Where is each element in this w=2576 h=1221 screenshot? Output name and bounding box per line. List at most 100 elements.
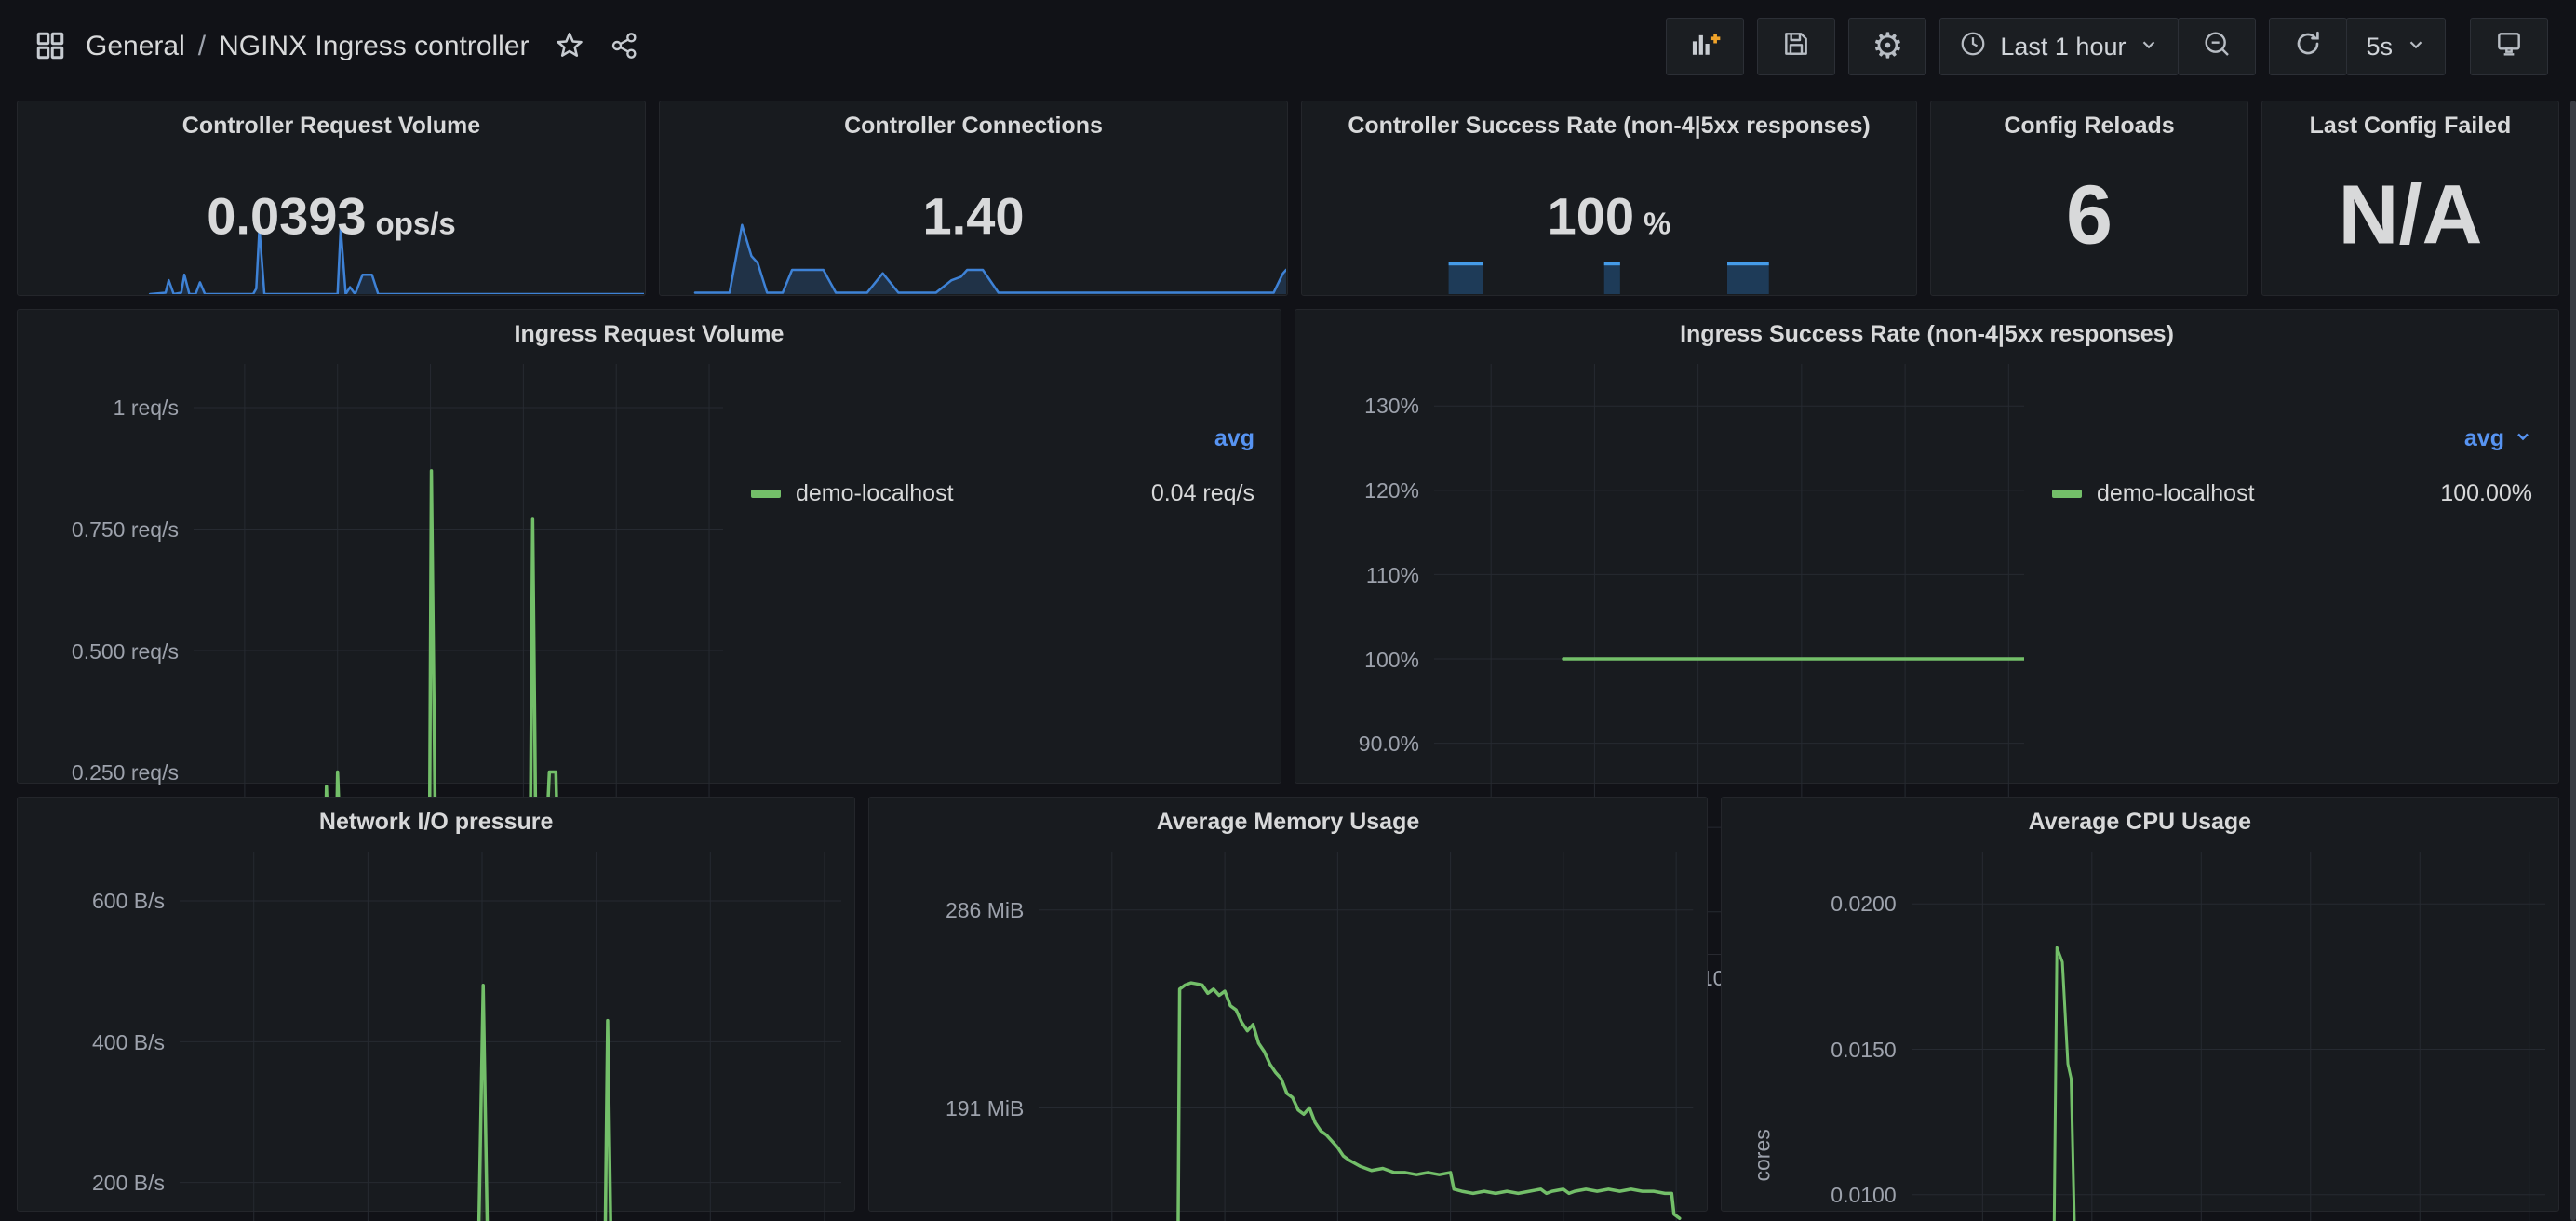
panel-network-io-pressure: Network I/O pressure 600 B/s 400 B/s 200 B… (17, 797, 855, 1212)
y-axis-tick-label: 90.0% (1359, 731, 1419, 757)
panel-ingress-success-rate: Ingress Success Rate (non-4|5xx response… (1295, 309, 2559, 784)
plot-area[interactable] (1039, 852, 1693, 1221)
y-axis-tick-label: 0.0150 (1831, 1038, 1896, 1063)
legend-series-row[interactable]: demo-localhost 0.04 req/s (751, 480, 1254, 507)
series-label: demo-localhost (2097, 480, 2255, 507)
y-axis-tick-label: 191 MiB (946, 1096, 1024, 1121)
bar-sparkline (1303, 257, 1915, 294)
zoom-out-button[interactable] (2178, 18, 2256, 75)
panel-controller-success-rate: Controller Success Rate (non-4|5xx respo… (1301, 101, 1917, 296)
stat-value: 1.40 (660, 185, 1287, 246)
y-axis-tick-label: 286 MiB (946, 898, 1024, 923)
time-range-button[interactable]: Last 1 hour (1939, 18, 2179, 75)
refresh-icon (2293, 29, 2323, 65)
apps-grid-icon (34, 29, 67, 65)
y-axis-tick-label: 120% (1364, 478, 1419, 503)
y-axis: 0.02000.01500.01000.005000 (1772, 852, 1912, 1221)
series-avg-value: 100.00% (2440, 480, 2532, 507)
top-navbar: General / NGINX Ingress controller (0, 0, 2576, 93)
stat-value: N/A (2262, 168, 2558, 263)
series-color-swatch (751, 490, 781, 498)
panel-ingress-request-volume: Ingress Request Volume 1 req/s 0.750 req/… (17, 309, 1281, 784)
time-picker-group: Last 1 hour (1939, 18, 2256, 75)
y-axis-tick-label: 1 req/s (114, 396, 179, 421)
breadcrumb-section[interactable]: General (86, 31, 185, 62)
time-series-chart: 1 req/s0.750 req/s0.500 req/s0.250 req/s… (31, 364, 1268, 773)
chevron-down-icon (2406, 33, 2426, 61)
refresh-group: 5s (2269, 18, 2446, 75)
y-axis-tick-label: 0.250 req/s (72, 760, 179, 785)
time-series-chart: 286 MiB191 MiB95.4 MiB0 B 11:5012:0012:1… (882, 852, 1693, 1201)
y-axis-tick-label: 400 B/s (92, 1030, 165, 1055)
stat-value: 0.0393ops/s (18, 185, 645, 246)
breadcrumb-separator: / (198, 31, 206, 62)
plot-area[interactable] (1912, 852, 2545, 1221)
panel-title[interactable]: Network I/O pressure (18, 809, 854, 836)
panel-controller-request-volume: Controller Request Volume 0.0393ops/s (17, 101, 646, 296)
share-button[interactable] (604, 25, 645, 69)
panel-average-cpu-usage: Average CPU Usage cores 0.02000.01500.01… (1721, 797, 2559, 1212)
series-label: demo-localhost (796, 480, 954, 507)
time-range-label: Last 1 hour (2000, 33, 2126, 61)
dashboard-grid: Controller Request Volume 0.0393ops/s Co… (0, 93, 2576, 1221)
y-axis-tick-label: 0.750 req/s (72, 517, 179, 543)
series-avg-value: 0.04 req/s (1151, 480, 1254, 507)
time-series-chart: 130%120%110%100%90.0%80%70% 11:5012:0012… (1308, 364, 2545, 773)
refresh-interval-dropdown[interactable]: 5s (2346, 18, 2446, 75)
stat-value: 100% (1302, 185, 1916, 246)
stat-value: 6 (1931, 168, 2247, 263)
panel-title[interactable]: Ingress Request Volume (18, 321, 1281, 348)
y-axis-tick-label: 200 B/s (92, 1171, 165, 1196)
panel-title[interactable]: Controller Connections (660, 113, 1287, 140)
chevron-down-icon (2514, 425, 2532, 452)
y-axis-tick-label: 100% (1364, 648, 1419, 673)
add-panel-icon (1689, 28, 1721, 66)
chevron-down-icon (2139, 33, 2159, 61)
dashboard-toolbar: ⚙︎ Last 1 hour (1666, 18, 2548, 75)
panel-config-reloads: Config Reloads 6 (1930, 101, 2248, 296)
panel-title[interactable]: Last Config Failed (2262, 113, 2558, 140)
y-axis-unit: cores (1735, 852, 1772, 1221)
y-axis: 600 B/s400 B/s200 B/s0 B/s-200 B/s (31, 852, 180, 1221)
dashboards-grid-button[interactable] (28, 23, 73, 71)
save-icon (1781, 29, 1811, 65)
time-series-chart: 600 B/s400 B/s200 B/s0 B/s-200 B/s 11:50… (31, 852, 841, 1201)
share-icon (610, 31, 639, 63)
time-series-chart: cores 0.02000.01500.01000.005000 11:5012… (1735, 852, 2545, 1201)
y-axis-tick-label: 0.500 req/s (72, 639, 179, 664)
clock-icon (1959, 30, 1987, 64)
zoom-out-icon (2202, 29, 2232, 65)
refresh-interval-label: 5s (2366, 33, 2393, 61)
panel-title[interactable]: Controller Success Rate (non-4|5xx respo… (1302, 113, 1916, 140)
series-color-swatch (2052, 490, 2082, 498)
panel-average-memory-usage: Average Memory Usage 286 MiB191 MiB95.4 … (868, 797, 1707, 1212)
star-icon (554, 30, 585, 64)
breadcrumb: General / NGINX Ingress controller (86, 31, 530, 62)
panel-title[interactable]: Config Reloads (1931, 113, 2247, 140)
legend-avg-header[interactable]: avg (2052, 425, 2532, 452)
legend-series-row[interactable]: demo-localhost 100.00% (2052, 480, 2532, 507)
panel-title[interactable]: Ingress Success Rate (non-4|5xx response… (1295, 321, 2558, 348)
panel-title[interactable]: Controller Request Volume (18, 113, 645, 140)
y-axis-tick-label: 110% (1366, 563, 1419, 588)
y-axis-tick-label: 130% (1364, 394, 1419, 419)
refresh-button[interactable] (2269, 18, 2347, 75)
breadcrumb-page[interactable]: NGINX Ingress controller (219, 31, 529, 62)
save-dashboard-button[interactable] (1757, 18, 1835, 75)
star-button[interactable] (548, 24, 591, 70)
add-panel-button[interactable] (1666, 18, 1744, 75)
legend-avg-header[interactable]: avg (751, 425, 1254, 452)
panel-controller-connections: Controller Connections 1.40 (659, 101, 1288, 296)
kiosk-mode-button[interactable] (2470, 18, 2548, 75)
y-axis-tick-label: 600 B/s (92, 889, 165, 914)
monitor-icon (2494, 29, 2524, 65)
y-axis: 286 MiB191 MiB95.4 MiB0 B (882, 852, 1039, 1221)
scrollbar[interactable] (2570, 101, 2576, 1221)
gear-icon: ⚙︎ (1872, 29, 1903, 64)
y-axis-tick-label: 0.0200 (1831, 892, 1896, 917)
panel-title[interactable]: Average Memory Usage (869, 809, 1706, 836)
panel-title[interactable]: Average CPU Usage (1722, 809, 2558, 836)
dashboard-settings-button[interactable]: ⚙︎ (1848, 18, 1926, 75)
y-axis-tick-label: 0.0100 (1831, 1183, 1896, 1208)
plot-area[interactable] (180, 852, 841, 1221)
